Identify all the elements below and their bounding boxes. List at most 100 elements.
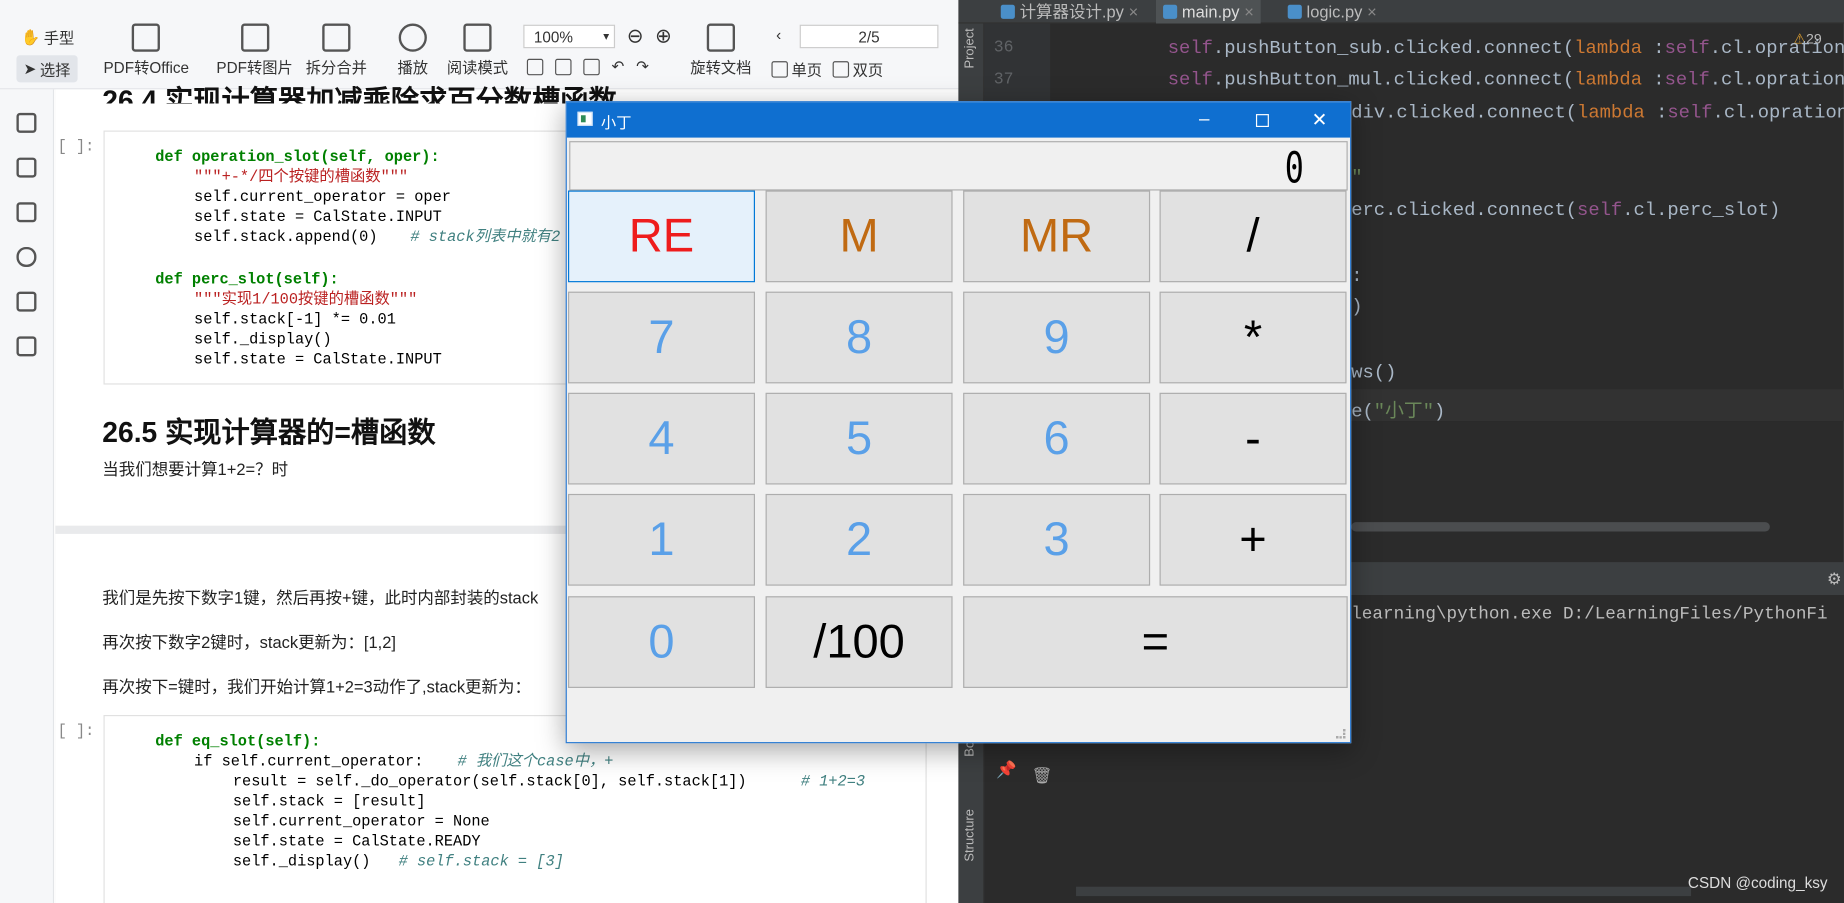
- code-line[interactable]: ): [1351, 296, 1362, 317]
- memory-recall-button[interactable]: MR: [963, 190, 1151, 283]
- code-line[interactable]: div.clicked.connect(lambda :self.cl.opra…: [1351, 102, 1844, 123]
- button-label: RE: [628, 209, 695, 262]
- select-tool[interactable]: ➤ 选择: [16, 55, 78, 83]
- window-title: 小丁: [600, 114, 632, 132]
- code-line[interactable]: self.pushButton_sub.clicked.connect(lamb…: [1168, 38, 1844, 59]
- pdf-toolbar: ✋ 手型 ➤ 选择 PDF转Office PDF转图片 拆分合并 播放 阅读模式 1…: [0, 0, 959, 90]
- code-line: self._display(): [194, 330, 332, 349]
- cursor-icon: ➤: [23, 59, 37, 78]
- maximize-button[interactable]: [1232, 102, 1291, 137]
- view-tools: ↶ ↷: [526, 58, 649, 77]
- button-label: 2: [845, 513, 873, 566]
- code-line: self.current_operator = None: [232, 812, 490, 831]
- split-merge-button[interactable]: 拆分合并: [306, 23, 367, 78]
- tab-main[interactable]: main.py ×: [1156, 0, 1261, 24]
- fit-page-icon[interactable]: [555, 58, 572, 76]
- actual-size-icon[interactable]: [526, 58, 544, 76]
- close-button[interactable]: ✕: [1290, 102, 1349, 137]
- horizontal-scrollbar[interactable]: [1351, 522, 1770, 532]
- equals-button[interactable]: =: [963, 596, 1348, 688]
- code-line: self.state = CalState.INPUT: [194, 350, 442, 369]
- line-number: 37: [993, 70, 1014, 90]
- zoom-out-icon: ⊖: [626, 24, 644, 48]
- button-label: M: [839, 209, 879, 262]
- bookmark-icon[interactable]: [16, 112, 37, 133]
- pdf-to-image-button[interactable]: PDF转图片: [216, 23, 293, 78]
- code-line[interactable]: e("小丁"): [1351, 394, 1445, 422]
- zoom-out-button[interactable]: ⊖: [627, 25, 644, 49]
- signature-icon[interactable]: [16, 291, 37, 312]
- code-line[interactable]: self.pushButton_mul.clicked.connect(lamb…: [1168, 69, 1844, 90]
- code-line: if self.current_operator:: [194, 752, 424, 771]
- reset-button[interactable]: RE: [568, 190, 755, 283]
- code-line: def perc_slot(self):: [155, 270, 339, 289]
- title-bar[interactable]: 小丁 – ✕: [566, 102, 1351, 138]
- code-line: result = self._do_operator(self.stack[0]…: [232, 772, 747, 791]
- memory-store-button[interactable]: M: [765, 190, 953, 283]
- digit-2-button[interactable]: 2: [765, 493, 953, 586]
- zoom-in-button[interactable]: ⊕: [655, 25, 672, 49]
- prev-page-button[interactable]: ‹: [776, 26, 781, 44]
- divide-button[interactable]: /: [1159, 190, 1347, 283]
- subtract-button[interactable]: -: [1159, 392, 1347, 485]
- digit-4-button[interactable]: 4: [568, 392, 755, 485]
- button-label: 7: [648, 311, 675, 363]
- hand-tool[interactable]: ✋ 手型: [21, 26, 74, 48]
- single-page-icon: [771, 60, 788, 78]
- code-line[interactable]: :: [1351, 266, 1362, 287]
- digit-0-button[interactable]: 0: [568, 596, 755, 688]
- resize-grip-icon[interactable]: [1335, 729, 1346, 739]
- code-line[interactable]: ": [1351, 167, 1362, 188]
- python-file-icon: [1163, 4, 1178, 19]
- code-comment: # stack列表中就有2: [410, 228, 561, 246]
- close-icon[interactable]: ×: [1129, 2, 1139, 21]
- single-page-button[interactable]: 单页: [771, 58, 822, 80]
- close-icon[interactable]: ×: [1367, 2, 1377, 21]
- multiply-button[interactable]: *: [1159, 291, 1347, 384]
- digit-6-button[interactable]: 6: [963, 392, 1151, 485]
- rotate-right-icon[interactable]: ↷: [636, 58, 649, 77]
- tab-calculator-design[interactable]: 计算器设计.py ×: [1000, 0, 1139, 24]
- pdf-to-office-button[interactable]: PDF转Office: [103, 23, 189, 78]
- percent-button[interactable]: /100: [765, 596, 953, 688]
- code-line: self.stack.append(0): [194, 228, 378, 246]
- code-line[interactable]: erc.clicked.connect(self.cl.perc_slot): [1351, 200, 1780, 221]
- rotate-doc-button[interactable]: 旋转文档: [690, 23, 751, 78]
- attachment-icon[interactable]: [16, 246, 37, 267]
- layers-icon[interactable]: [16, 336, 37, 357]
- pin-icon[interactable]: 📌: [996, 760, 1017, 780]
- trash-icon[interactable]: 🗑: [1031, 766, 1052, 786]
- code-line[interactable]: ws(): [1351, 362, 1396, 383]
- project-panel-label[interactable]: Project: [963, 28, 977, 68]
- play-button[interactable]: 播放: [397, 23, 428, 78]
- button-label: /100: [813, 615, 905, 668]
- button-label: 5: [845, 412, 873, 464]
- read-mode-button[interactable]: 阅读模式: [447, 23, 508, 78]
- rotate-left-icon[interactable]: ↶: [612, 58, 625, 77]
- double-page-button[interactable]: 双页: [832, 58, 883, 80]
- page-input[interactable]: 2/5: [799, 24, 939, 49]
- add-button[interactable]: +: [1159, 493, 1347, 586]
- digit-1-button[interactable]: 1: [568, 493, 755, 586]
- split-icon: [322, 23, 351, 52]
- digit-3-button[interactable]: 3: [963, 493, 1151, 586]
- digit-9-button[interactable]: 9: [963, 291, 1151, 384]
- digit-8-button[interactable]: 8: [765, 291, 953, 384]
- zoom-in-icon: ⊕: [655, 24, 672, 48]
- console-scrollbar[interactable]: [1076, 886, 1692, 897]
- chevron-down-icon: ▾: [603, 29, 610, 43]
- comment-icon[interactable]: [16, 202, 37, 223]
- close-icon[interactable]: ×: [1244, 2, 1254, 21]
- gear-icon[interactable]: ⚙: [1827, 569, 1842, 589]
- thumbnail-icon[interactable]: [16, 157, 37, 178]
- digit-5-button[interactable]: 5: [765, 392, 953, 485]
- code-line: self.stack = [result]: [232, 792, 426, 811]
- bookmarks-panel-label[interactable]: Bo: [963, 741, 977, 757]
- minimize-button[interactable]: –: [1175, 102, 1234, 137]
- zoom-select[interactable]: 100% ▾: [523, 24, 616, 49]
- structure-panel-label[interactable]: Structure: [963, 809, 977, 861]
- fit-width-icon[interactable]: [583, 58, 600, 76]
- tab-logic[interactable]: logic.py ×: [1287, 0, 1377, 24]
- digit-7-button[interactable]: 7: [568, 291, 755, 384]
- paragraph: 再次按下数字2键时，stack更新为：[1,2]: [102, 632, 396, 652]
